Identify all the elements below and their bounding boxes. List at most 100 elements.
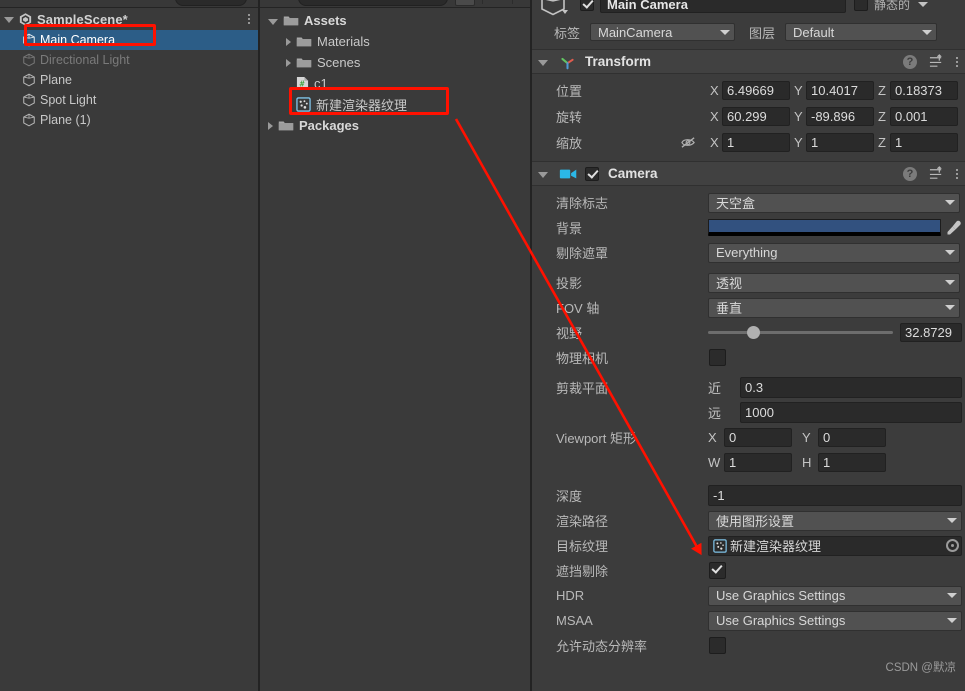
field-of-view-field[interactable]: 32.8729 [900,323,962,342]
constrain-proportions-off-icon[interactable] [680,135,697,150]
hierarchy-item-plane-1[interactable]: Plane (1) [0,110,258,130]
rotation-y-field[interactable]: -89.896 [806,107,874,126]
target-texture-object-field[interactable]: 新建渲染器纹理 [708,535,962,556]
msaa-dropdown[interactable]: Use Graphics Settings [708,610,962,631]
transform-more-icon[interactable] [956,56,958,67]
tag-value: MainCamera [598,24,673,40]
depth-field[interactable]: -1 [708,485,962,506]
physical-camera-checkbox[interactable] [709,349,726,366]
viewport-y-field[interactable]: 0 [818,428,886,447]
fov-axis-label: FOV 轴 [556,301,600,316]
chevron-down-icon [945,200,955,205]
gameobject-cube-icon [23,113,35,127]
near-clip-field[interactable]: 0.3 [740,377,962,398]
clear-flags-row: 清除标志 天空盒 [532,190,965,215]
project-item-assets[interactable]: Assets [260,10,530,31]
scene-header-row[interactable]: SampleScene* [0,8,258,30]
position-y-field[interactable]: 10.4017 [806,81,874,100]
fov-axis-dropdown[interactable]: 垂直 [708,297,960,318]
scale-label: 缩放 [556,136,583,151]
static-label: 静态的 [874,0,911,12]
watermark-text: CSDN @默凉 [885,662,956,674]
layer-dropdown[interactable]: Default [785,23,937,41]
project-filter-button[interactable] [455,0,475,6]
viewport-h-field[interactable]: 1 [818,453,886,472]
chevron-down-icon [947,618,957,623]
scale-z-field[interactable]: 1 [890,133,958,152]
viewport-w-field[interactable]: 1 [724,453,792,472]
tag-dropdown[interactable]: MainCamera [590,23,735,41]
culling-mask-dropdown[interactable]: Everything [708,242,960,263]
viewport-x-label: X [708,430,717,445]
viewport-x-field[interactable]: 0 [724,428,792,447]
object-picker-icon[interactable] [946,539,959,552]
hierarchy-more-icon[interactable] [248,14,250,24]
msaa-value: Use Graphics Settings [716,613,846,628]
camera-foldout-icon[interactable] [538,171,548,178]
gameobject-cube-icon [23,53,35,67]
gameobject-name-field[interactable]: Main Camera [600,0,846,13]
chevron-right-icon[interactable] [286,37,291,46]
rendering-path-dropdown[interactable]: 使用图形设置 [708,510,962,531]
project-item-materials[interactable]: Materials [260,31,530,52]
project-search-input[interactable] [298,0,448,6]
chevron-down-icon[interactable] [268,19,278,25]
hdr-dropdown[interactable]: Use Graphics Settings [708,585,962,606]
dynamic-resolution-checkbox[interactable] [709,637,726,654]
transform-foldout-icon[interactable] [538,59,548,66]
csharp-script-icon: # [296,77,309,90]
position-x-field[interactable]: 6.49669 [722,81,790,100]
project-item-c1[interactable]: # c1 [260,73,530,94]
position-z-field[interactable]: 0.18373 [890,81,958,100]
rendering-path-row: 渲染路径 使用图形设置 [532,508,965,533]
camera-component-header[interactable]: Camera ? [532,161,965,186]
transform-component-header[interactable]: Transform ? [532,49,965,74]
dynamic-resolution-row: 允许动态分辨率 [532,633,965,658]
rotation-x-field[interactable]: 60.299 [722,107,790,126]
scene-foldout-icon[interactable] [4,17,14,23]
clear-flags-value: 天空盒 [716,196,756,211]
preset-settings-icon[interactable] [929,166,944,181]
static-checkbox[interactable] [854,0,868,11]
chevron-down-icon [947,518,957,523]
hierarchy-item-main-camera[interactable]: Main Camera [0,30,258,50]
hierarchy-search-input[interactable] [175,0,247,6]
clipping-planes-near-row: 剪裁平面 近 0.3 [532,375,965,400]
field-of-view-slider[interactable] [708,326,893,339]
field-of-view-slider-knob[interactable] [746,326,760,339]
project-item-packages[interactable]: Packages [260,115,530,136]
rotation-z-field[interactable]: 0.001 [890,107,958,126]
help-icon[interactable]: ? [903,54,917,69]
hierarchy-item-directional-light[interactable]: Directional Light [0,50,258,70]
camera-enabled-checkbox[interactable] [585,166,599,181]
chevron-down-icon [720,29,730,35]
scale-y-field[interactable]: 1 [806,133,874,152]
far-clip-field[interactable]: 1000 [740,402,962,423]
project-item-scenes[interactable]: Scenes [260,52,530,73]
layer-value: Default [793,24,835,40]
hierarchy-item-plane[interactable]: Plane [0,70,258,90]
chevron-right-icon[interactable] [268,121,273,130]
project-item-render-texture[interactable]: 新建渲染器纹理 [260,94,530,115]
chevron-right-icon[interactable] [286,58,291,67]
preset-settings-icon[interactable] [929,54,944,69]
help-icon[interactable]: ? [903,166,917,181]
depth-label: 深度 [556,489,583,504]
camera-more-icon[interactable] [956,168,958,179]
occlusion-culling-checkbox[interactable] [709,562,726,579]
scale-x-field[interactable]: 1 [722,133,790,152]
occlusion-culling-label: 遮挡剔除 [556,564,609,579]
hdr-label: HDR [556,588,585,603]
projection-dropdown[interactable]: 透视 [708,272,960,293]
background-color-swatch[interactable] [708,219,941,236]
axis-x-label: X [710,135,719,150]
hierarchy-toolbar [0,0,258,8]
gameobject-enabled-checkbox[interactable] [580,0,594,11]
clear-flags-dropdown[interactable]: 天空盒 [708,192,960,213]
eyedropper-icon[interactable] [946,220,962,236]
field-of-view-row: 视野 32.8729 [532,320,965,345]
axis-z-label: Z [878,135,886,150]
hierarchy-item-spot-light[interactable]: Spot Light [0,90,258,110]
static-dropdown-arrow-icon[interactable] [918,1,929,7]
project-panel: Assets Materials Scenes # c1 新建渲染器纹理 Pac… [260,0,530,691]
